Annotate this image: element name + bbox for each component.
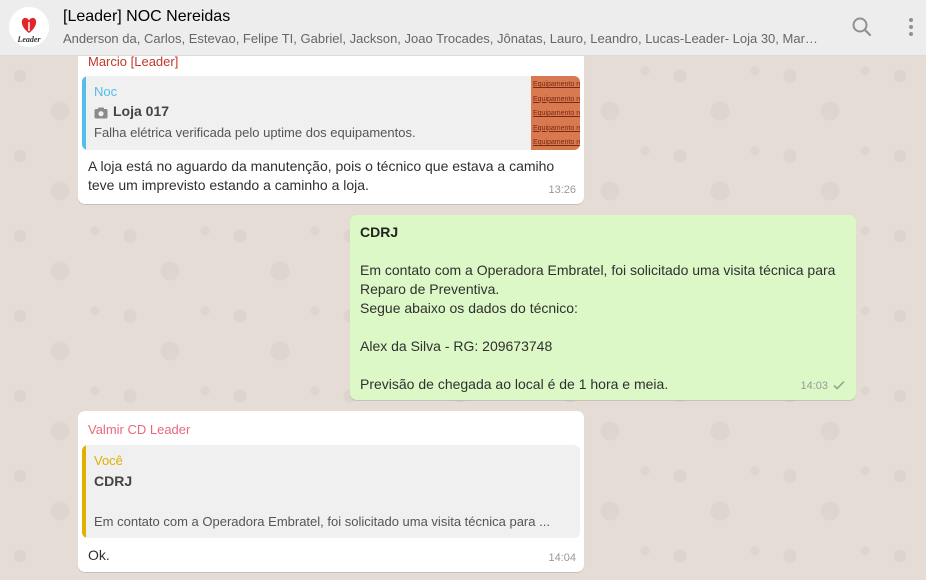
message-time: 14:04 bbox=[548, 552, 576, 564]
message-line: Em contato com a Operadora Embratel, foi… bbox=[360, 262, 836, 278]
quoted-message[interactable]: Você CDRJ Em contato com a Operadora Emb… bbox=[82, 445, 580, 538]
message-title: CDRJ bbox=[360, 224, 399, 240]
quote-title: Loja 017 bbox=[113, 103, 170, 119]
chat-title[interactable]: [Leader] NOC Nereidas bbox=[63, 8, 230, 26]
message-bubble[interactable]: CDRJ Em contato com a Operadora Embratel… bbox=[350, 215, 856, 400]
message-bubble[interactable]: Marcio [Leader] Noc Loja 017 Falha elétr… bbox=[78, 56, 584, 204]
message-line: Segue abaixo os dados do técnico: bbox=[360, 300, 578, 316]
message-line: Alex da Silva - RG: 209673748 bbox=[360, 338, 553, 354]
quote-body: Em contato com a Operadora Embratel, foi… bbox=[94, 514, 550, 529]
menu-button[interactable] bbox=[898, 14, 924, 40]
quote-author: Noc bbox=[94, 84, 118, 99]
message-line: Previsão de chegada ao local é de 1 hora… bbox=[360, 376, 669, 392]
message-sender[interactable]: Marcio [Leader] bbox=[88, 56, 178, 70]
message-time: 13:26 bbox=[548, 184, 576, 196]
quote-accent-bar bbox=[82, 76, 86, 150]
quote-thumbnail: Equipamento rele Equipamento rele Equipa… bbox=[531, 76, 580, 150]
leader-logo: Leader bbox=[9, 7, 49, 47]
kebab-menu-icon bbox=[909, 18, 913, 36]
quote-body: Falha elétrica verificada pelo uptime do… bbox=[94, 125, 416, 140]
svg-text:Leader: Leader bbox=[16, 35, 41, 44]
group-avatar[interactable]: Leader bbox=[9, 7, 49, 47]
search-icon bbox=[852, 17, 872, 37]
quoted-message[interactable]: Noc Loja 017 Falha elétrica verificada p… bbox=[82, 76, 580, 150]
message-line: Reparo de Preventiva. bbox=[360, 281, 500, 297]
message-text: Em contato com a Operadora Embratel, foi… bbox=[360, 261, 850, 394]
message-text: Ok. bbox=[88, 547, 110, 563]
quote-author: Você bbox=[94, 453, 123, 468]
message-sender[interactable]: Valmir CD Leader bbox=[88, 421, 190, 438]
quote-title: CDRJ bbox=[94, 473, 133, 489]
message-time: 14:03 bbox=[800, 380, 828, 392]
chat-header: Leader [Leader] NOC Nereidas Anderson da… bbox=[0, 0, 926, 56]
search-button[interactable] bbox=[849, 14, 875, 40]
quote-accent-bar bbox=[82, 445, 86, 538]
message-text: A loja está no aguardo da manutenção, po… bbox=[88, 157, 578, 195]
participants-list[interactable]: Anderson da, Carlos, Estevao, Felipe TI,… bbox=[63, 31, 823, 46]
message-bubble[interactable]: Valmir CD Leader Você CDRJ Em contato co… bbox=[78, 411, 584, 572]
check-icon bbox=[833, 376, 845, 395]
message-line: A loja está no aguardo da manutenção, po… bbox=[88, 158, 555, 174]
message-list[interactable]: Marcio [Leader] Noc Loja 017 Falha elétr… bbox=[0, 56, 926, 580]
message-line: teve um imprevisto estando a caminho a l… bbox=[88, 177, 369, 193]
camera-icon bbox=[94, 105, 108, 124]
